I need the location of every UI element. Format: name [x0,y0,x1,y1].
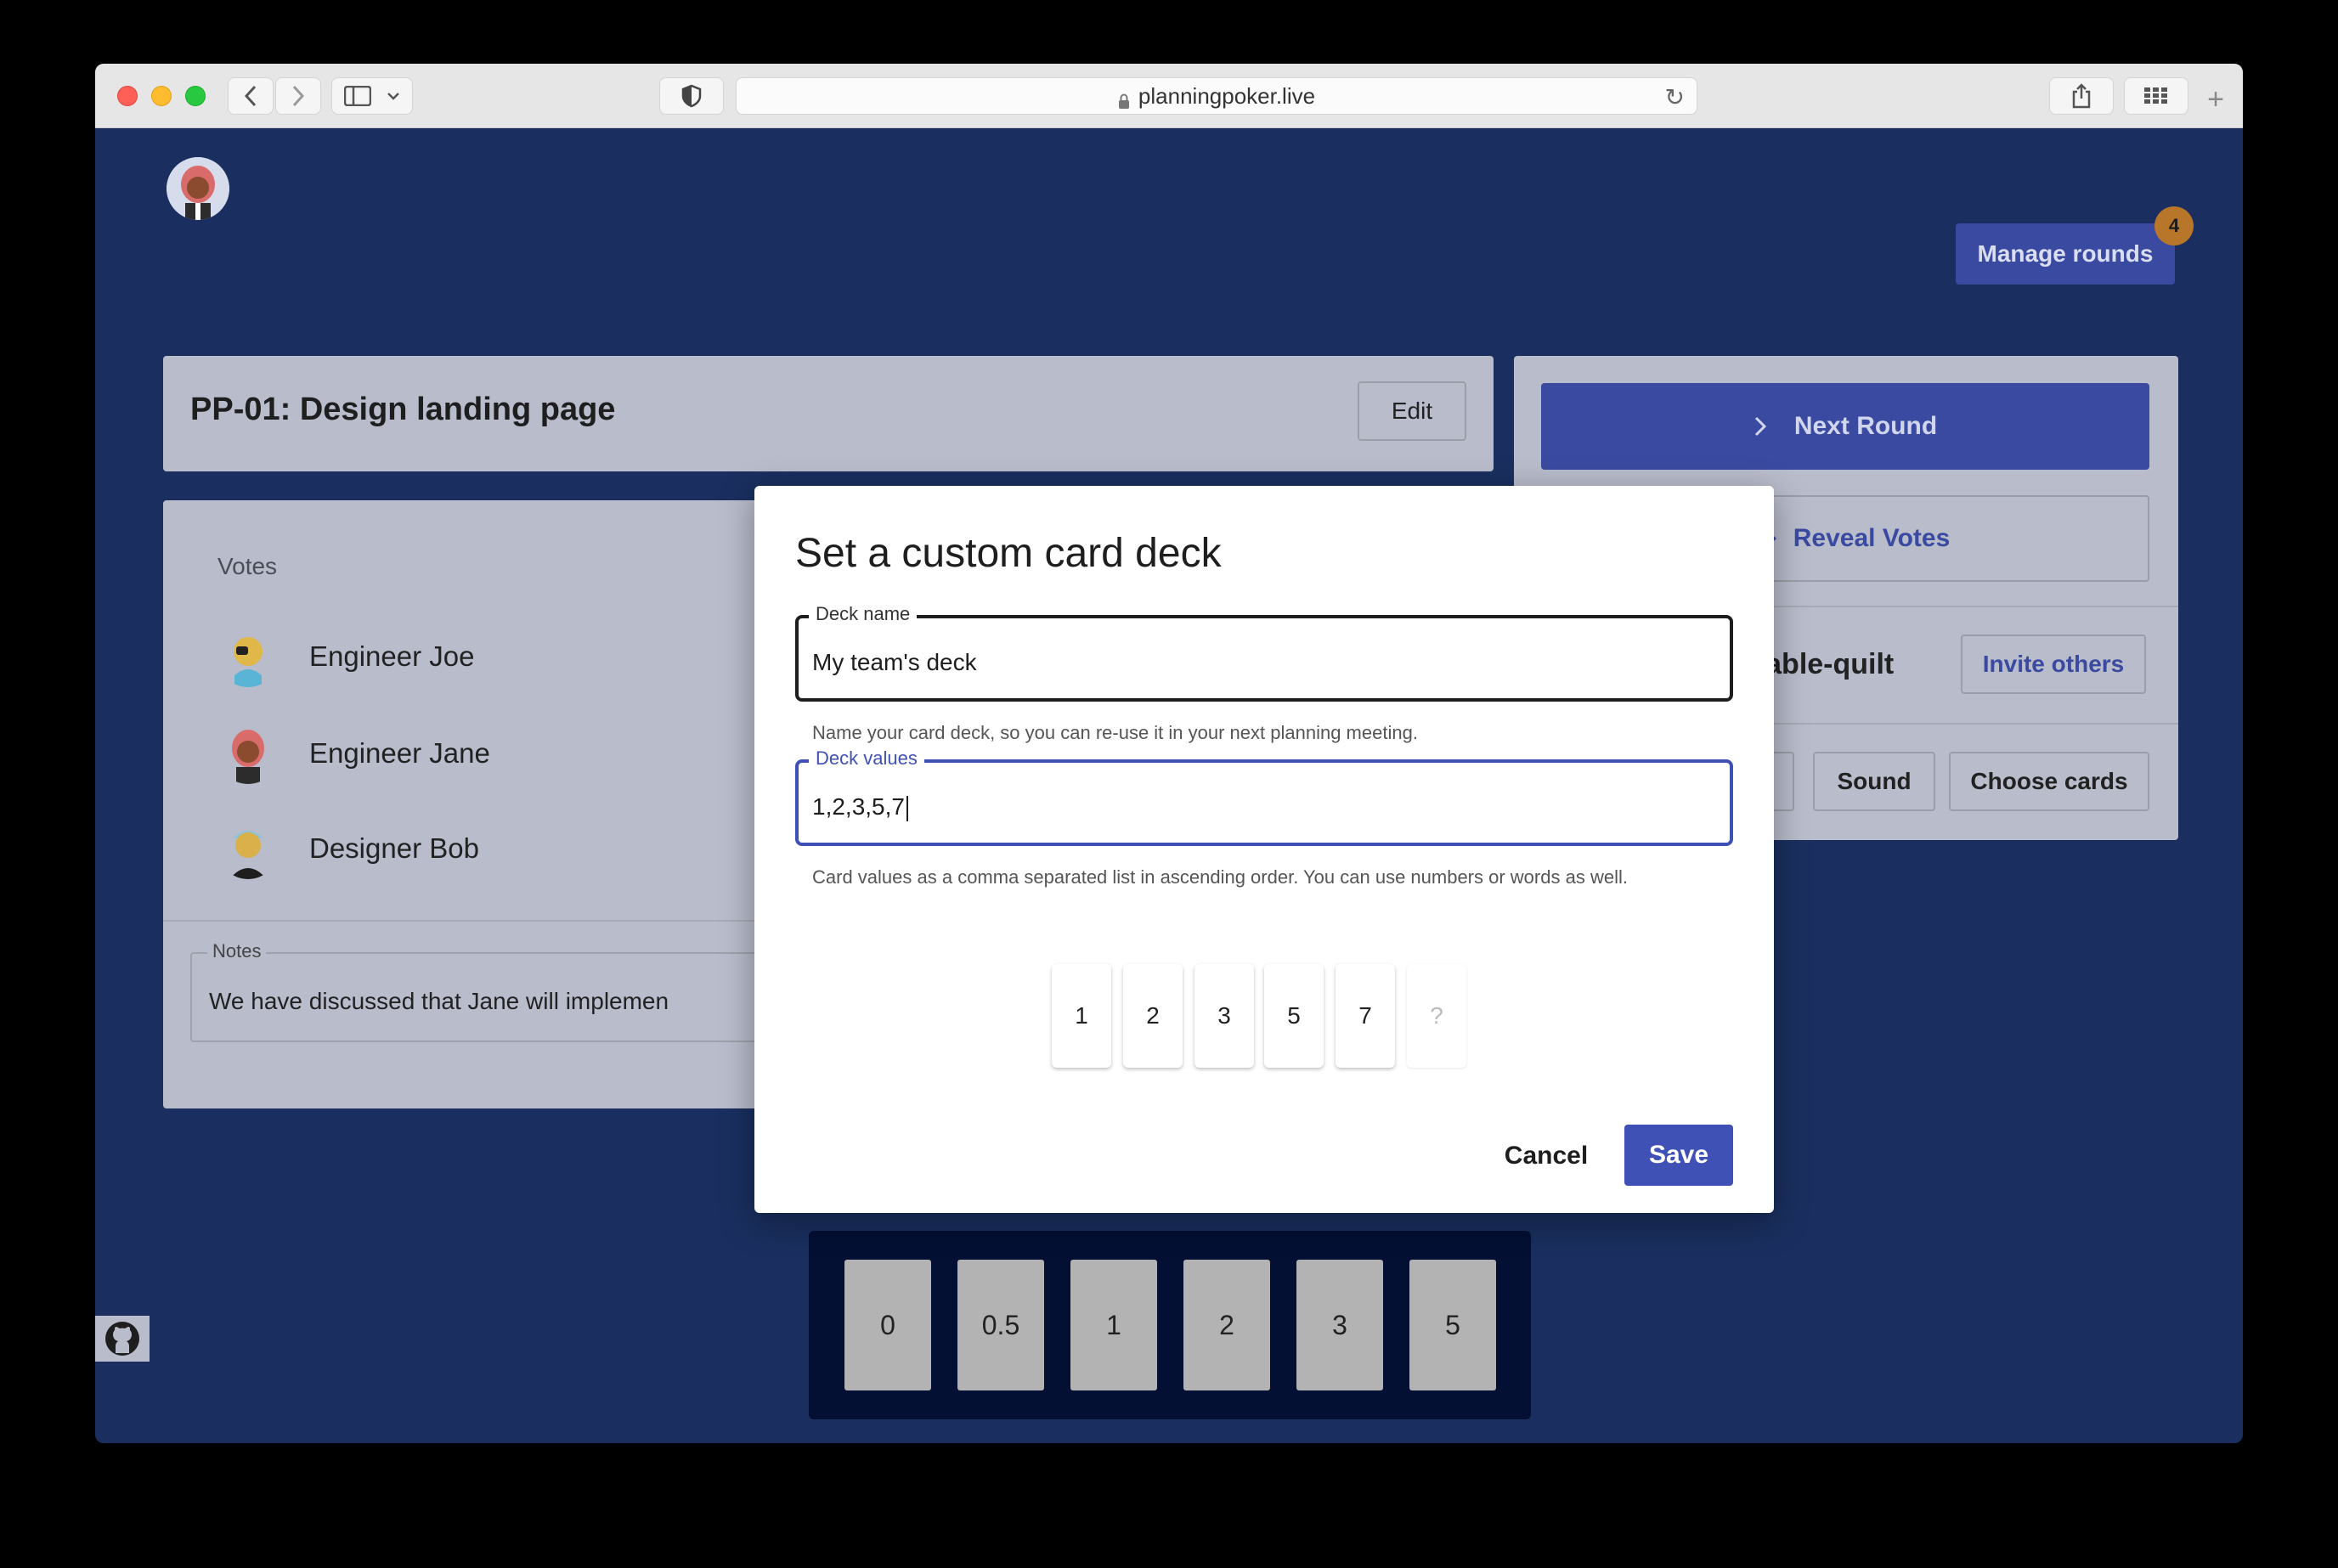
vote-card[interactable]: 0.5 [957,1260,1044,1390]
chevron-left-icon [244,85,257,107]
back-button[interactable] [228,77,274,115]
close-window-button[interactable] [117,86,138,106]
forward-button[interactable] [275,77,321,115]
edit-story-button[interactable]: Edit [1358,381,1466,441]
story-title: PP-01: Design landing page [190,392,616,427]
voter-row: Designer Bob [217,818,479,879]
voter-avatar [217,818,279,879]
voter-name: Engineer Jane [309,737,490,769]
custom-deck-dialog: Set a custom card deck Deck name My team… [754,486,1774,1213]
card-hand: 0 0.5 1 2 3 5 [809,1231,1531,1419]
voter-row: Engineer Joe [217,626,474,687]
deck-name-helper: Name your card deck, so you can re-use i… [812,722,1418,743]
lock-icon [1118,88,1130,109]
deck-values-field[interactable]: Deck values 1,2,3,5,7 [795,747,1733,846]
current-user-avatar[interactable] [167,157,229,220]
preview-card: 2 [1123,964,1183,1068]
preview-card: 1 [1052,964,1111,1068]
privacy-shield-button[interactable] [659,77,724,115]
save-button[interactable]: Save [1624,1125,1733,1186]
manage-rounds-button[interactable]: Manage rounds [1956,223,2175,285]
grid-icon [2144,87,2167,104]
sound-button[interactable]: Sound [1813,752,1935,811]
vote-card[interactable]: 1 [1070,1260,1157,1390]
next-round-button[interactable]: Next Round [1541,383,2149,470]
chevron-right-icon [292,85,305,107]
minimize-window-button[interactable] [151,86,172,106]
tab-overview-button[interactable] [2124,77,2188,115]
choose-cards-button[interactable]: Choose cards [1949,752,2149,811]
browser-toolbar: planningpoker.live ↻ + [95,64,2243,128]
deck-values-input: 1,2,3,5,7 [812,793,908,821]
deck-name-field[interactable]: Deck name My team's deck [795,603,1733,702]
deck-name-value: My team's deck [812,649,977,675]
preview-card: 3 [1194,964,1254,1068]
app-page: Manage rounds 4 PP-01: Design landing pa… [95,128,2243,1443]
voter-name: Designer Bob [309,832,479,864]
deck-name-label: Deck name [809,603,918,625]
browser-window: planningpoker.live ↻ + Manage rounds 4 P… [95,64,2243,1443]
votes-label: Votes [217,553,278,579]
zoom-window-button[interactable] [185,86,206,106]
chevron-down-icon [387,93,399,100]
invite-others-button[interactable]: Invite others [1961,635,2146,694]
preview-card-unknown: ? [1407,964,1466,1068]
url-text: planningpoker.live [1138,82,1316,109]
voter-avatar [217,626,279,687]
github-icon [105,1322,139,1356]
share-icon [2072,83,2091,109]
reveal-votes-label: Reveal Votes [1793,524,1951,552]
github-link[interactable] [95,1316,150,1362]
chevron-right-icon [1754,416,1766,437]
preview-card: 5 [1264,964,1324,1068]
new-tab-icon[interactable]: + [2200,84,2231,115]
text-caret [906,795,908,821]
preview-card: 7 [1336,964,1395,1068]
notes-label: Notes [207,940,267,962]
dialog-title: Set a custom card deck [795,531,1222,576]
address-bar[interactable]: planningpoker.live ↻ [736,77,1697,115]
vote-card[interactable]: 0 [844,1260,931,1390]
sidebar-toggle-button[interactable] [331,77,413,115]
vote-card[interactable]: 2 [1183,1260,1270,1390]
voter-row: Engineer Jane [217,723,490,784]
voter-name: Engineer Joe [309,640,475,672]
sidebar-icon [344,86,371,106]
cancel-button[interactable]: Cancel [1487,1125,1606,1187]
deck-values-helper: Card values as a comma separated list in… [812,866,1628,888]
notes-text: We have discussed that Jane will impleme… [209,988,669,1014]
shield-icon [681,84,702,108]
voter-avatar [217,723,279,784]
next-round-label: Next Round [1793,412,1938,440]
story-panel: PP-01: Design landing page Edit [163,356,1494,471]
vote-card[interactable]: 5 [1409,1260,1496,1390]
reload-icon[interactable]: ↻ [1665,83,1685,111]
deck-values-value: 1,2,3,5,7 [812,793,905,820]
share-button[interactable] [2049,77,2114,115]
deck-values-label: Deck values [809,747,924,770]
rounds-count-badge: 4 [2154,206,2194,245]
vote-card[interactable]: 3 [1296,1260,1383,1390]
